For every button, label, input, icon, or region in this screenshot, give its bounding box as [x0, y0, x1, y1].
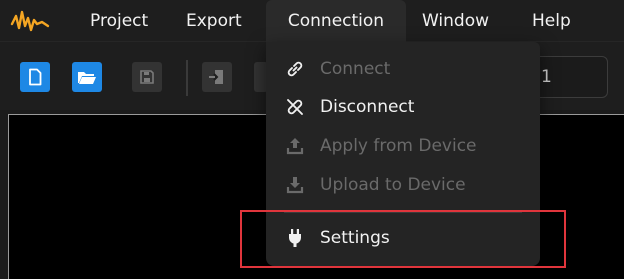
open-folder-button[interactable]: [72, 62, 102, 92]
app-window: Project Export Connection Window Help 1 …: [0, 0, 624, 279]
menu-item-disconnect-label: Disconnect: [320, 97, 415, 117]
menu-item-upload-to-device[interactable]: Upload to Device: [266, 168, 540, 202]
upload-icon: [284, 135, 306, 157]
save-button[interactable]: [132, 62, 162, 92]
menu-item-disconnect[interactable]: Disconnect: [266, 90, 540, 124]
app-logo-icon: [10, 10, 50, 32]
import-icon: [209, 70, 223, 84]
new-file-icon: [29, 68, 42, 86]
menu-connection[interactable]: Connection: [266, 0, 406, 42]
link-icon: [284, 58, 306, 80]
download-icon: [284, 174, 306, 196]
unlink-icon: [284, 96, 306, 118]
folder-open-icon: [78, 72, 96, 84]
menu-item-upload-label: Upload to Device: [320, 175, 466, 195]
menu-item-connect[interactable]: Connect: [266, 52, 540, 86]
menu-item-apply-from-device[interactable]: Apply from Device: [266, 129, 540, 163]
save-icon: [140, 70, 154, 84]
menu-project[interactable]: Project: [90, 0, 148, 42]
toolbar-divider: [186, 60, 188, 96]
menu-item-apply-label: Apply from Device: [320, 136, 477, 156]
menu-window[interactable]: Window: [422, 0, 489, 42]
import-button[interactable]: [202, 62, 232, 92]
settings-highlight-box: [240, 210, 566, 268]
new-file-button[interactable]: [20, 62, 50, 92]
menu-bar: Project Export Connection Window Help: [0, 0, 624, 42]
menu-item-connect-label: Connect: [320, 59, 391, 79]
menu-help[interactable]: Help: [532, 0, 571, 42]
menu-export[interactable]: Export: [186, 0, 242, 42]
